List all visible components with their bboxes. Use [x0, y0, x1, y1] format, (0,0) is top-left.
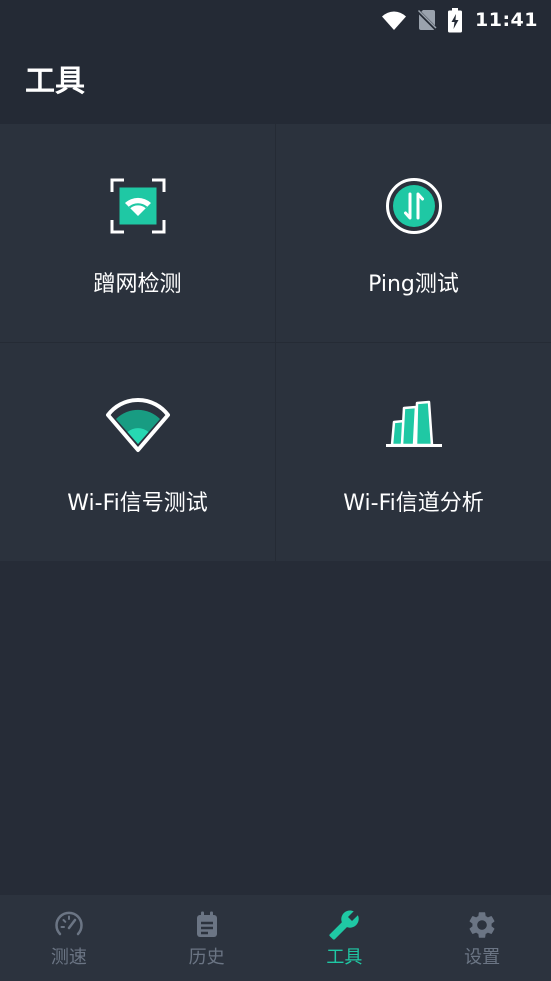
page-title: 工具 [25, 64, 85, 99]
no-sim-icon [417, 8, 438, 32]
tool-tile-wifi-signal[interactable]: Wi-Fi信号测试 [0, 343, 275, 561]
nav-item-tools[interactable]: 工具 [276, 895, 414, 981]
nav-item-settings[interactable]: 设置 [413, 895, 551, 981]
app-header: 工具 [0, 40, 551, 124]
tools-grid: 蹭网检测 Ping测试 Wi-Fi信号测试 Wi-Fi信道分析 [0, 124, 551, 561]
nav-label: 测速 [50, 947, 87, 968]
tool-tile-channel-analysis[interactable]: Wi-Fi信道分析 [276, 343, 551, 561]
nav-label: 设置 [464, 947, 501, 968]
wifi-scan-icon [105, 176, 171, 236]
tool-tile-ping[interactable]: Ping测试 [276, 124, 551, 342]
channel-analysis-icon [381, 395, 447, 455]
tool-tile-wifi-scan[interactable]: 蹭网检测 [0, 124, 275, 342]
status-time: 11:41 [475, 9, 538, 31]
nav-label: 工具 [326, 947, 363, 968]
bottom-nav: 测速 历史 工具 设置 [0, 895, 551, 981]
nav-item-speed-test[interactable]: 测速 [0, 895, 138, 981]
wifi-signal-icon [105, 395, 171, 455]
speedometer-icon [53, 909, 85, 941]
tool-label: 蹭网检测 [93, 272, 182, 297]
tool-label: Wi-Fi信道分析 [343, 491, 484, 516]
tool-label: Wi-Fi信号测试 [67, 491, 208, 516]
battery-charging-icon [447, 7, 463, 33]
status-bar: 11:41 [0, 0, 551, 40]
history-notes-icon [191, 909, 223, 941]
nav-item-history[interactable]: 历史 [138, 895, 276, 981]
gear-icon [466, 909, 498, 941]
wifi-icon [381, 9, 407, 31]
wrench-icon [328, 909, 360, 941]
tool-label: Ping测试 [368, 272, 459, 297]
nav-label: 历史 [188, 947, 225, 968]
ping-icon [381, 176, 447, 236]
